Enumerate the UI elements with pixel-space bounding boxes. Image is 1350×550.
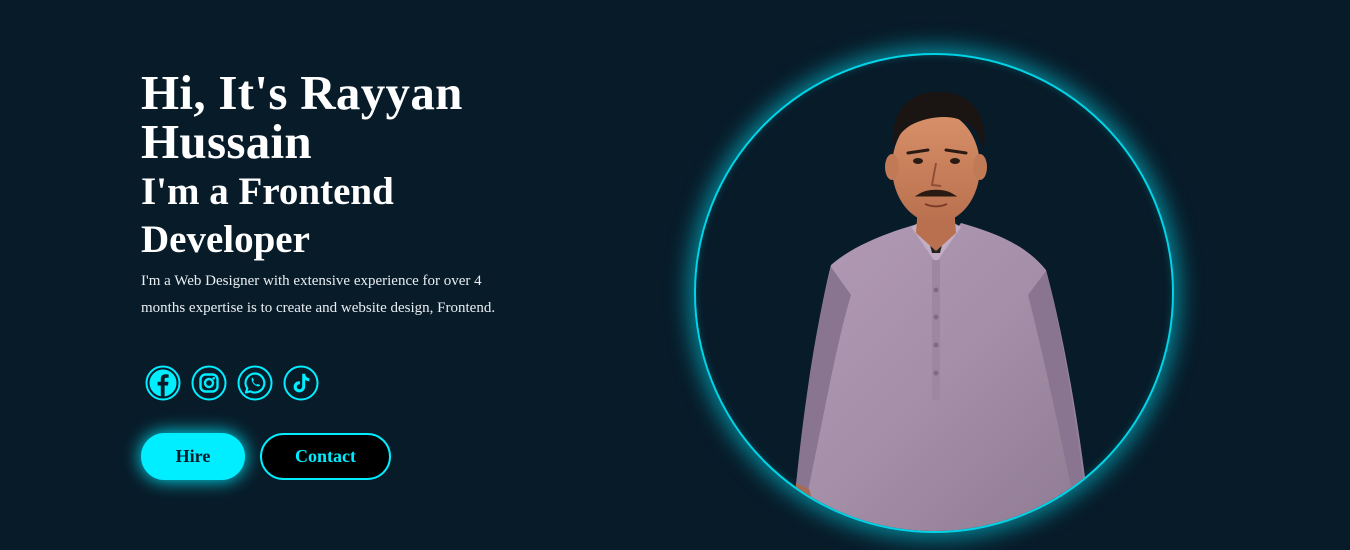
hero-description: I'm a Web Designer with extensive experi… [141,273,496,316]
profile-photo [694,53,1174,533]
whatsapp-link[interactable] [237,365,273,401]
hero-content: Hi, It's Rayyan Hussain I'm a Frontend D… [141,68,561,322]
whatsapp-icon [237,365,273,401]
hero-title: Hi, It's Rayyan Hussain [141,65,463,169]
contact-button[interactable]: Contact [260,433,391,480]
facebook-icon [145,365,181,401]
tiktok-icon [283,365,319,401]
hero-subtitle: I'm a Frontend Developer [141,170,394,261]
social-links [145,365,319,401]
person-illustration [791,91,1091,531]
hire-button[interactable]: Hire [141,433,245,480]
instagram-icon [191,365,227,401]
facebook-link[interactable] [145,365,181,401]
instagram-link[interactable] [191,365,227,401]
tiktok-link[interactable] [283,365,319,401]
cta-buttons: Hire Contact [141,433,391,480]
home-section: Hi, It's Rayyan Hussain I'm a Frontend D… [0,0,1350,550]
